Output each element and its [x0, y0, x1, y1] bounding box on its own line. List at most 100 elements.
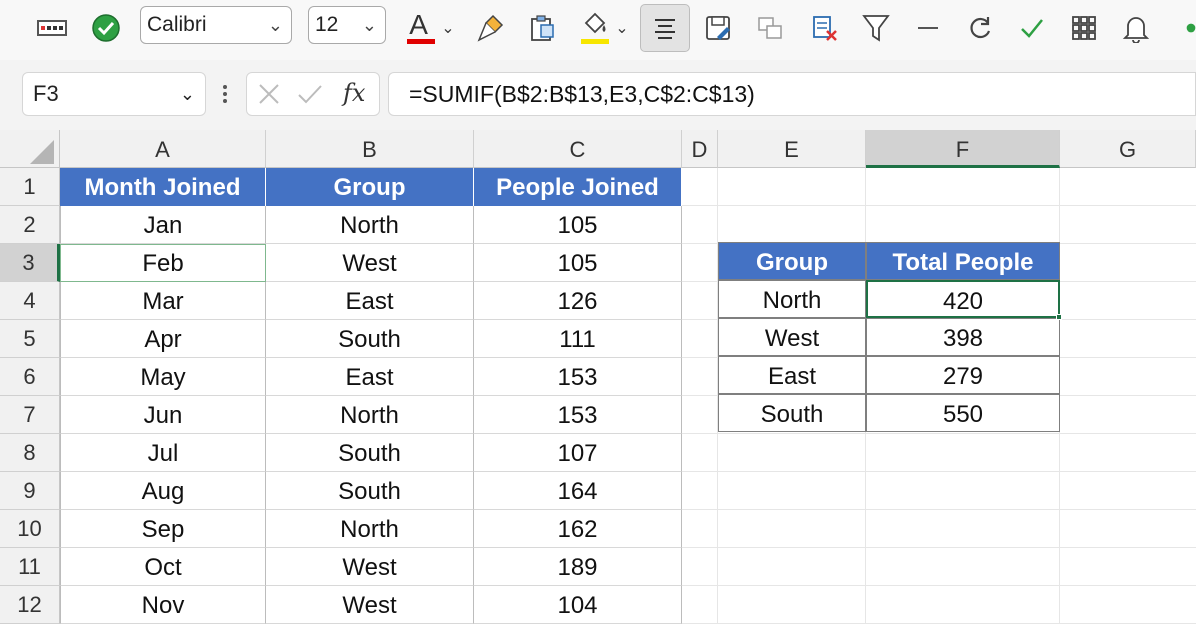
table2-cell[interactable]: North	[718, 280, 866, 318]
table1-cell[interactable]: Jul	[60, 434, 266, 472]
row-header-12[interactable]: 12	[0, 586, 60, 624]
table1-cell[interactable]: South	[266, 320, 474, 358]
table2-cell[interactable]: South	[718, 394, 866, 432]
checkmark-icon[interactable]	[1012, 8, 1052, 48]
name-box[interactable]: F3 ⌄	[22, 72, 206, 116]
column-header-a[interactable]: A	[60, 130, 266, 168]
font-size-select[interactable]: 12 ⌄	[308, 6, 386, 44]
table1-header-cell[interactable]: Group	[266, 168, 474, 206]
row-header-10[interactable]: 10	[0, 510, 60, 548]
table1-cell[interactable]: North	[266, 396, 474, 434]
chevron-down-icon: ⌄	[179, 84, 195, 104]
filter-icon[interactable]	[856, 8, 896, 48]
paste-special-icon[interactable]	[522, 8, 562, 48]
enter-icon[interactable]	[297, 82, 323, 111]
refresh-icon[interactable]	[960, 8, 1000, 48]
table2-cell[interactable]: East	[718, 356, 866, 394]
font-name-select[interactable]: Calibri ⌄	[140, 6, 292, 44]
minus-icon[interactable]	[908, 8, 948, 48]
formula-bar: F3 ⌄ fx =SUMIF(B$2:B$13,E3,C$2:C$13)	[0, 60, 1196, 130]
table1-cell[interactable]: East	[266, 358, 474, 396]
table1-cell[interactable]: 105	[474, 244, 682, 282]
insert-function-icon[interactable]: fx	[343, 79, 365, 107]
row-header-2[interactable]: 2	[0, 206, 60, 244]
table1-cell[interactable]: West	[266, 586, 474, 624]
table1-cell[interactable]: 126	[474, 282, 682, 320]
table1-cell[interactable]: 104	[474, 586, 682, 624]
table1-cell[interactable]: 153	[474, 358, 682, 396]
bell-icon[interactable]	[1116, 8, 1156, 48]
table1-cell[interactable]: 189	[474, 548, 682, 586]
table1-cell[interactable]: 164	[474, 472, 682, 510]
column-header-c[interactable]: C	[474, 130, 682, 168]
table1-header-cell[interactable]: People Joined	[474, 168, 682, 206]
clear-filter-icon[interactable]	[804, 8, 844, 48]
table2-header-cell[interactable]: Group	[718, 242, 866, 280]
row-header-6[interactable]: 6	[0, 358, 60, 396]
font-color-icon[interactable]: A ⌄	[404, 8, 456, 48]
check-circle-icon[interactable]	[1172, 8, 1196, 48]
formula-input[interactable]: =SUMIF(B$2:B$13,E3,C$2:C$13)	[388, 72, 1196, 116]
table1-cell[interactable]: Sep	[60, 510, 266, 548]
save-as-icon[interactable]	[698, 8, 738, 48]
grid-icon[interactable]	[1064, 8, 1104, 48]
row-header-8[interactable]: 8	[0, 434, 60, 472]
keyboard-icon[interactable]	[32, 8, 72, 48]
active-cell[interactable]: 420	[866, 280, 1060, 318]
row-header-7[interactable]: 7	[0, 396, 60, 434]
gridline	[682, 433, 1196, 434]
table1-cell[interactable]: 107	[474, 434, 682, 472]
fill-color-icon[interactable]: ⌄	[574, 8, 634, 48]
row-header-5[interactable]: 5	[0, 320, 60, 358]
table1-cell[interactable]: Feb	[60, 244, 266, 282]
table1-cell[interactable]: North	[266, 206, 474, 244]
align-center-icon[interactable]	[640, 4, 690, 52]
table1-cell[interactable]: West	[266, 244, 474, 282]
table1-cell[interactable]: Nov	[60, 586, 266, 624]
table2-cell[interactable]: 279	[866, 356, 1060, 394]
column-header-g[interactable]: G	[1060, 130, 1196, 168]
column-header-e[interactable]: E	[718, 130, 866, 168]
table1-header-cell[interactable]: Month Joined	[60, 168, 266, 206]
select-all-corner[interactable]	[0, 130, 60, 168]
ribbon-toolbar: Calibri ⌄ 12 ⌄ A ⌄ ⌄	[0, 0, 1196, 61]
table1-cell[interactable]: 162	[474, 510, 682, 548]
table1-cell[interactable]: 153	[474, 396, 682, 434]
table1-cell[interactable]: Mar	[60, 282, 266, 320]
gridline	[682, 509, 1196, 510]
column-header-f[interactable]: F	[866, 130, 1060, 168]
check-circle-icon[interactable]	[86, 8, 126, 48]
more-options-icon[interactable]	[220, 82, 230, 106]
table2-cell[interactable]: West	[718, 318, 866, 356]
chevron-down-icon: ⌄	[267, 15, 283, 35]
fill-handle[interactable]	[1056, 314, 1062, 320]
column-header-d[interactable]: D	[682, 130, 718, 168]
format-painter-icon[interactable]	[470, 8, 510, 48]
table1-cell[interactable]: May	[60, 358, 266, 396]
table2-cell[interactable]: 550	[866, 394, 1060, 432]
table1-cell[interactable]: South	[266, 434, 474, 472]
row-header-11[interactable]: 11	[0, 548, 60, 586]
row-header-9[interactable]: 9	[0, 472, 60, 510]
table1-cell[interactable]: West	[266, 548, 474, 586]
table1-cell[interactable]: South	[266, 472, 474, 510]
table2-header-cell[interactable]: Total People	[866, 242, 1060, 280]
table1-cell[interactable]: 105	[474, 206, 682, 244]
copy-format-icon[interactable]	[750, 8, 790, 48]
table1-cell[interactable]: East	[266, 282, 474, 320]
font-color-letter: A	[409, 9, 428, 40]
table1-cell[interactable]: Apr	[60, 320, 266, 358]
table1-cell[interactable]: 111	[474, 320, 682, 358]
row-header-3[interactable]: 3	[0, 244, 60, 282]
chevron-down-icon: ⌄	[361, 15, 377, 35]
table1-cell[interactable]: Oct	[60, 548, 266, 586]
table1-cell[interactable]: Aug	[60, 472, 266, 510]
table2-cell[interactable]: 398	[866, 318, 1060, 356]
column-header-b[interactable]: B	[266, 130, 474, 168]
table1-cell[interactable]: Jan	[60, 206, 266, 244]
row-header-1[interactable]: 1	[0, 168, 60, 206]
row-header-4[interactable]: 4	[0, 282, 60, 320]
table1-cell[interactable]: North	[266, 510, 474, 548]
cancel-icon[interactable]	[257, 82, 281, 111]
table1-cell[interactable]: Jun	[60, 396, 266, 434]
